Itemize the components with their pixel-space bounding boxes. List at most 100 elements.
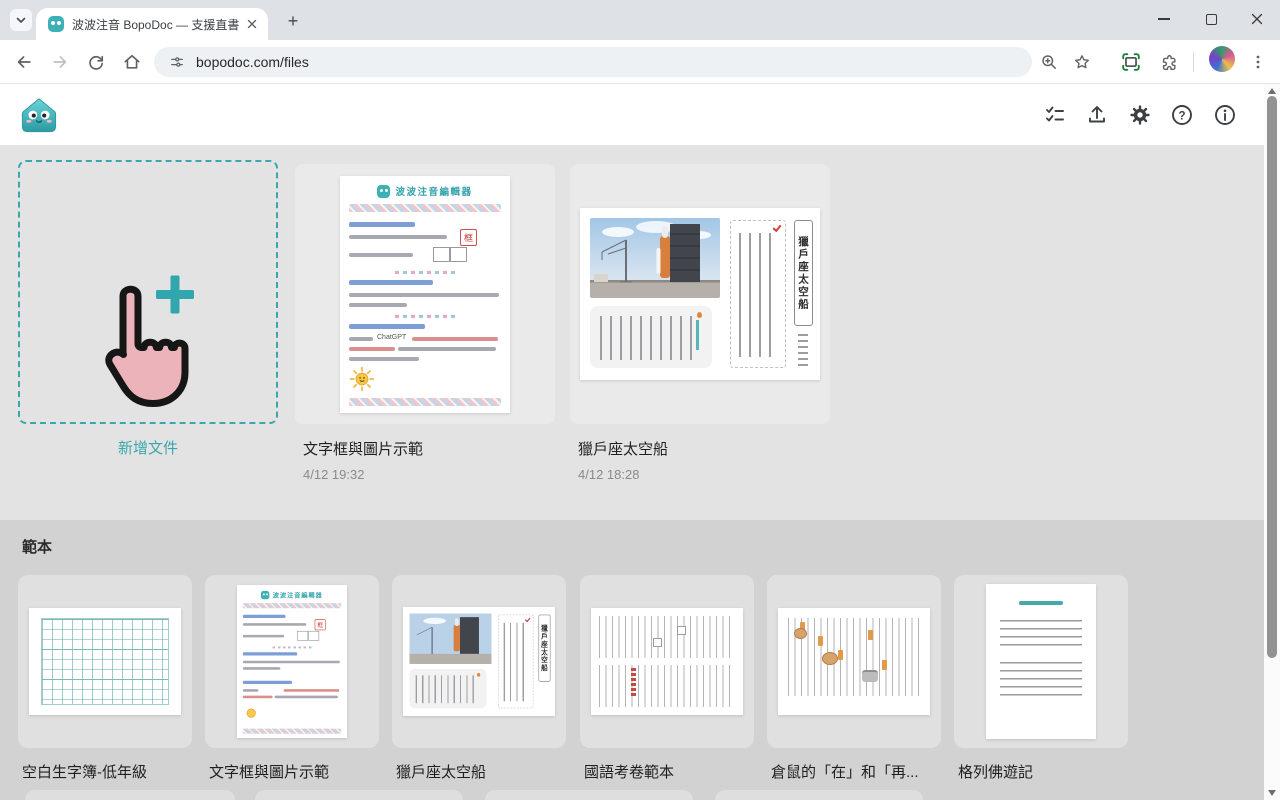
template-card[interactable]: 獵戶座太空船 bbox=[392, 575, 566, 748]
close-icon bbox=[247, 19, 257, 29]
settings-button[interactable] bbox=[1127, 102, 1153, 128]
template-card[interactable]: 波波注音編輯器 框 bbox=[205, 575, 379, 748]
templates-heading: 範本 bbox=[22, 536, 52, 557]
template-label: 獵戶座太空船 bbox=[396, 761, 566, 782]
document-item: 波波注音編輯器 框 ChatGPT bbox=[295, 164, 555, 482]
url-bar[interactable]: bopodoc.com/files bbox=[154, 47, 1032, 77]
app-header: ? bbox=[0, 84, 1280, 145]
template-thumbnail bbox=[986, 584, 1096, 739]
template-label: 國語考卷範本 bbox=[584, 761, 754, 782]
forward-arrow-icon bbox=[50, 52, 70, 72]
help-icon: ? bbox=[1170, 103, 1194, 127]
hamster-icon bbox=[794, 628, 807, 639]
app-logo[interactable] bbox=[20, 96, 58, 134]
browser-tab[interactable]: 波波注音 BopoDoc — 支援直書 bbox=[36, 8, 268, 40]
maximize-button[interactable] bbox=[1188, 0, 1234, 38]
screenshot-button[interactable] bbox=[1116, 47, 1146, 77]
bookmark-button[interactable] bbox=[1067, 47, 1097, 77]
writing-grid bbox=[41, 618, 169, 705]
text-column-box bbox=[730, 220, 786, 368]
home-button[interactable] bbox=[117, 47, 147, 77]
hamster-icon bbox=[822, 652, 838, 665]
template-thumbnail: 獵戶座太空船 bbox=[403, 607, 555, 716]
partial-card[interactable] bbox=[255, 790, 463, 800]
partial-card[interactable] bbox=[25, 790, 235, 800]
template-item: 格列佛遊記 bbox=[954, 575, 1128, 782]
template-thumbnail bbox=[778, 608, 930, 715]
template-card[interactable] bbox=[18, 575, 192, 748]
close-icon bbox=[1251, 13, 1263, 25]
template-label: 空白生字簿-低年級 bbox=[22, 761, 192, 782]
template-label: 文字框與圖片示範 bbox=[209, 761, 379, 782]
tab-search-button[interactable] bbox=[10, 9, 32, 31]
scrollbar[interactable] bbox=[1264, 84, 1280, 800]
tab-close-button[interactable] bbox=[244, 16, 260, 32]
kebab-menu-icon bbox=[1250, 54, 1266, 70]
browser-menu-button[interactable] bbox=[1243, 47, 1273, 77]
document-title: 獵戶座太空船 bbox=[578, 438, 830, 459]
star-icon bbox=[1072, 52, 1092, 72]
upload-button[interactable] bbox=[1084, 102, 1110, 128]
new-tab-button[interactable]: + bbox=[280, 8, 306, 34]
document-card[interactable]: 波波注音編輯器 框 ChatGPT bbox=[295, 164, 555, 424]
task-list-button[interactable] bbox=[1042, 102, 1068, 128]
red-vertical-text bbox=[631, 668, 636, 698]
template-thumbnail bbox=[29, 608, 181, 715]
template-thumbnail: 波波注音編輯器 框 bbox=[237, 585, 347, 738]
scroll-up-arrow[interactable] bbox=[1268, 88, 1276, 94]
tab-favicon-icon bbox=[48, 16, 64, 32]
document-title: 文字框與圖片示範 bbox=[303, 438, 555, 459]
template-label: 格列佛遊記 bbox=[958, 761, 1128, 782]
document-date: 4/12 19:32 bbox=[303, 467, 555, 482]
template-label: 倉鼠的「在」和「再... bbox=[771, 761, 941, 782]
site-info-icon bbox=[168, 53, 186, 71]
rocket-photo bbox=[590, 218, 720, 298]
back-arrow-icon bbox=[14, 52, 34, 72]
thumb-title-bar bbox=[1019, 601, 1063, 605]
template-card[interactable] bbox=[580, 575, 754, 748]
partial-card[interactable] bbox=[485, 790, 693, 800]
minimize-icon bbox=[1158, 18, 1170, 20]
scroll-down-arrow[interactable] bbox=[1268, 790, 1276, 796]
magnifier-plus-icon bbox=[1039, 52, 1059, 72]
new-document-card[interactable] bbox=[18, 160, 278, 424]
url-text: bopodoc.com/files bbox=[196, 54, 309, 70]
forward-button[interactable] bbox=[45, 47, 75, 77]
template-item: 國語考卷範本 bbox=[580, 575, 754, 782]
browser-toolbar: bopodoc.com/files bbox=[0, 40, 1280, 84]
chevron-down-icon bbox=[15, 14, 27, 26]
partial-card[interactable] bbox=[715, 790, 923, 800]
speech-bubble bbox=[590, 306, 712, 368]
home-icon bbox=[122, 52, 142, 72]
reload-button[interactable] bbox=[81, 47, 111, 77]
back-button[interactable] bbox=[9, 47, 39, 77]
scrollbar-thumb[interactable] bbox=[1267, 96, 1277, 658]
new-document-label: 新增文件 bbox=[18, 437, 278, 458]
document-card[interactable]: 獵戶座太空船 bbox=[570, 164, 830, 424]
thumb-editor-title: 波波注音編輯器 bbox=[395, 184, 472, 198]
template-thumbnail bbox=[591, 608, 743, 715]
template-item: 空白生字簿-低年級 bbox=[18, 575, 192, 782]
document-date: 4/12 18:28 bbox=[578, 467, 830, 482]
template-item: 獵戶座太空船 獵戶座太空船 bbox=[392, 575, 566, 782]
minimize-button[interactable] bbox=[1141, 0, 1187, 38]
template-card[interactable] bbox=[767, 575, 941, 748]
extensions-button[interactable] bbox=[1154, 47, 1184, 77]
zoom-button[interactable] bbox=[1034, 47, 1064, 77]
frame-char-box: 框 bbox=[460, 229, 477, 246]
template-card[interactable] bbox=[954, 575, 1128, 748]
recent-documents-section: 新增文件 波波注音編輯器 框 bbox=[0, 145, 1280, 520]
document-thumbnail: 獵戶座太空船 bbox=[580, 208, 820, 380]
toolbar-separator bbox=[1193, 52, 1194, 72]
bopodoc-mascot-icon bbox=[20, 96, 58, 134]
help-button[interactable]: ? bbox=[1169, 102, 1195, 128]
maximize-icon bbox=[1206, 14, 1217, 25]
close-window-button[interactable] bbox=[1234, 0, 1280, 38]
checklist-icon bbox=[1043, 103, 1067, 127]
info-button[interactable] bbox=[1212, 102, 1238, 128]
profile-avatar[interactable] bbox=[1209, 46, 1235, 72]
puzzle-icon bbox=[1159, 52, 1179, 72]
template-item: 倉鼠的「在」和「再... bbox=[767, 575, 941, 782]
template-item: 波波注音編輯器 框 bbox=[205, 575, 379, 782]
browser-titlebar: 波波注音 BopoDoc — 支援直書 + bbox=[0, 0, 1280, 40]
